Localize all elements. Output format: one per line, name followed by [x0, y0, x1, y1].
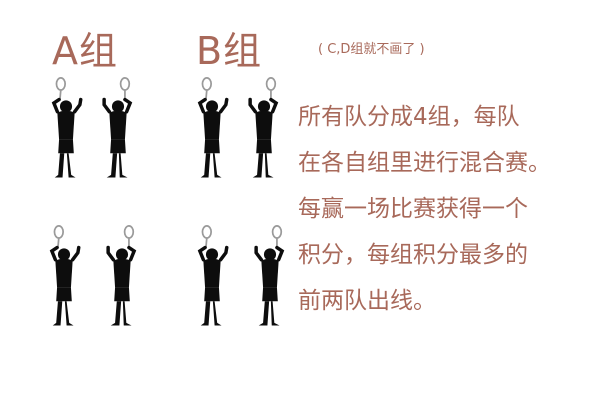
description-line: 在各自组里进行混合赛。	[298, 150, 551, 176]
group-b-label: B组	[196, 29, 263, 73]
badminton-player-icon	[254, 224, 284, 328]
description-line: 每赢一场比赛获得一个	[298, 196, 528, 222]
description-line: 积分，每组积分最多的	[298, 242, 528, 268]
omitted-groups-note: ( C,D组就不画了 )	[318, 42, 425, 57]
badminton-player-icon	[52, 76, 83, 180]
badminton-player-icon	[248, 76, 278, 180]
badminton-player-icon	[102, 76, 132, 180]
description-line: 前两队出线。	[298, 288, 436, 314]
badminton-player-icon	[198, 224, 229, 328]
description-line: 所有队分成4组，每队	[298, 104, 520, 130]
badminton-player-icon	[198, 76, 229, 180]
rules-description: 所有队分成4组，每队 在各自组里进行混合赛。 每赢一场比赛获得一个 积分，每组积…	[298, 94, 590, 324]
group-a-label: A组	[52, 29, 118, 73]
badminton-player-icon	[50, 224, 81, 328]
badminton-player-icon	[106, 224, 136, 328]
